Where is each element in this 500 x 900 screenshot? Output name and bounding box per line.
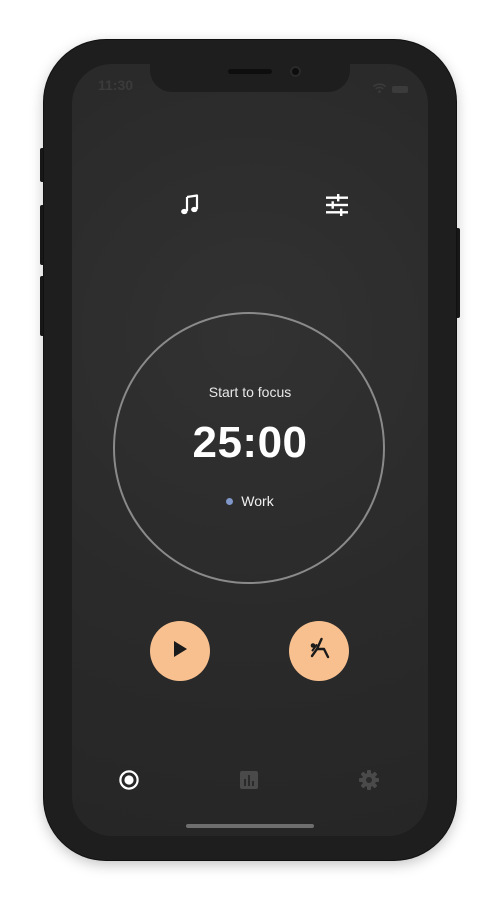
phone-frame: 11:30 Start to focus 25:00 Work: [44, 40, 456, 860]
tab-settings[interactable]: [357, 769, 381, 796]
stage: 11:30 Start to focus 25:00 Work: [0, 0, 500, 900]
app-screen: 11:30 Start to focus 25:00 Work: [72, 64, 428, 836]
battery-icon: [392, 85, 408, 93]
tab-timer[interactable]: [117, 769, 141, 796]
front-camera: [290, 66, 301, 77]
music-button[interactable]: [176, 193, 204, 221]
bar-chart-icon: [239, 770, 259, 795]
sliders-icon: [325, 193, 349, 221]
gear-icon: [358, 769, 380, 796]
status-time: 11:30: [98, 77, 134, 93]
wifi-icon: [372, 80, 387, 98]
stretch-icon: [306, 636, 332, 667]
speaker-grille: [228, 69, 272, 74]
focus-prompt: Start to focus: [208, 384, 292, 400]
music-note-icon: [179, 193, 201, 221]
task-label: Work: [241, 493, 274, 509]
record-icon: [118, 769, 140, 796]
timer-display: 25:00: [192, 418, 308, 467]
home-indicator[interactable]: [186, 824, 314, 828]
notch: [150, 64, 350, 92]
tab-stats[interactable]: [237, 770, 261, 794]
task-selector[interactable]: Work: [72, 493, 428, 509]
tune-button[interactable]: [323, 193, 351, 221]
play-icon: [171, 639, 189, 664]
task-color-dot: [226, 497, 234, 505]
play-button[interactable]: [150, 621, 210, 681]
status-icons: [372, 80, 408, 98]
break-button[interactable]: [289, 621, 349, 681]
